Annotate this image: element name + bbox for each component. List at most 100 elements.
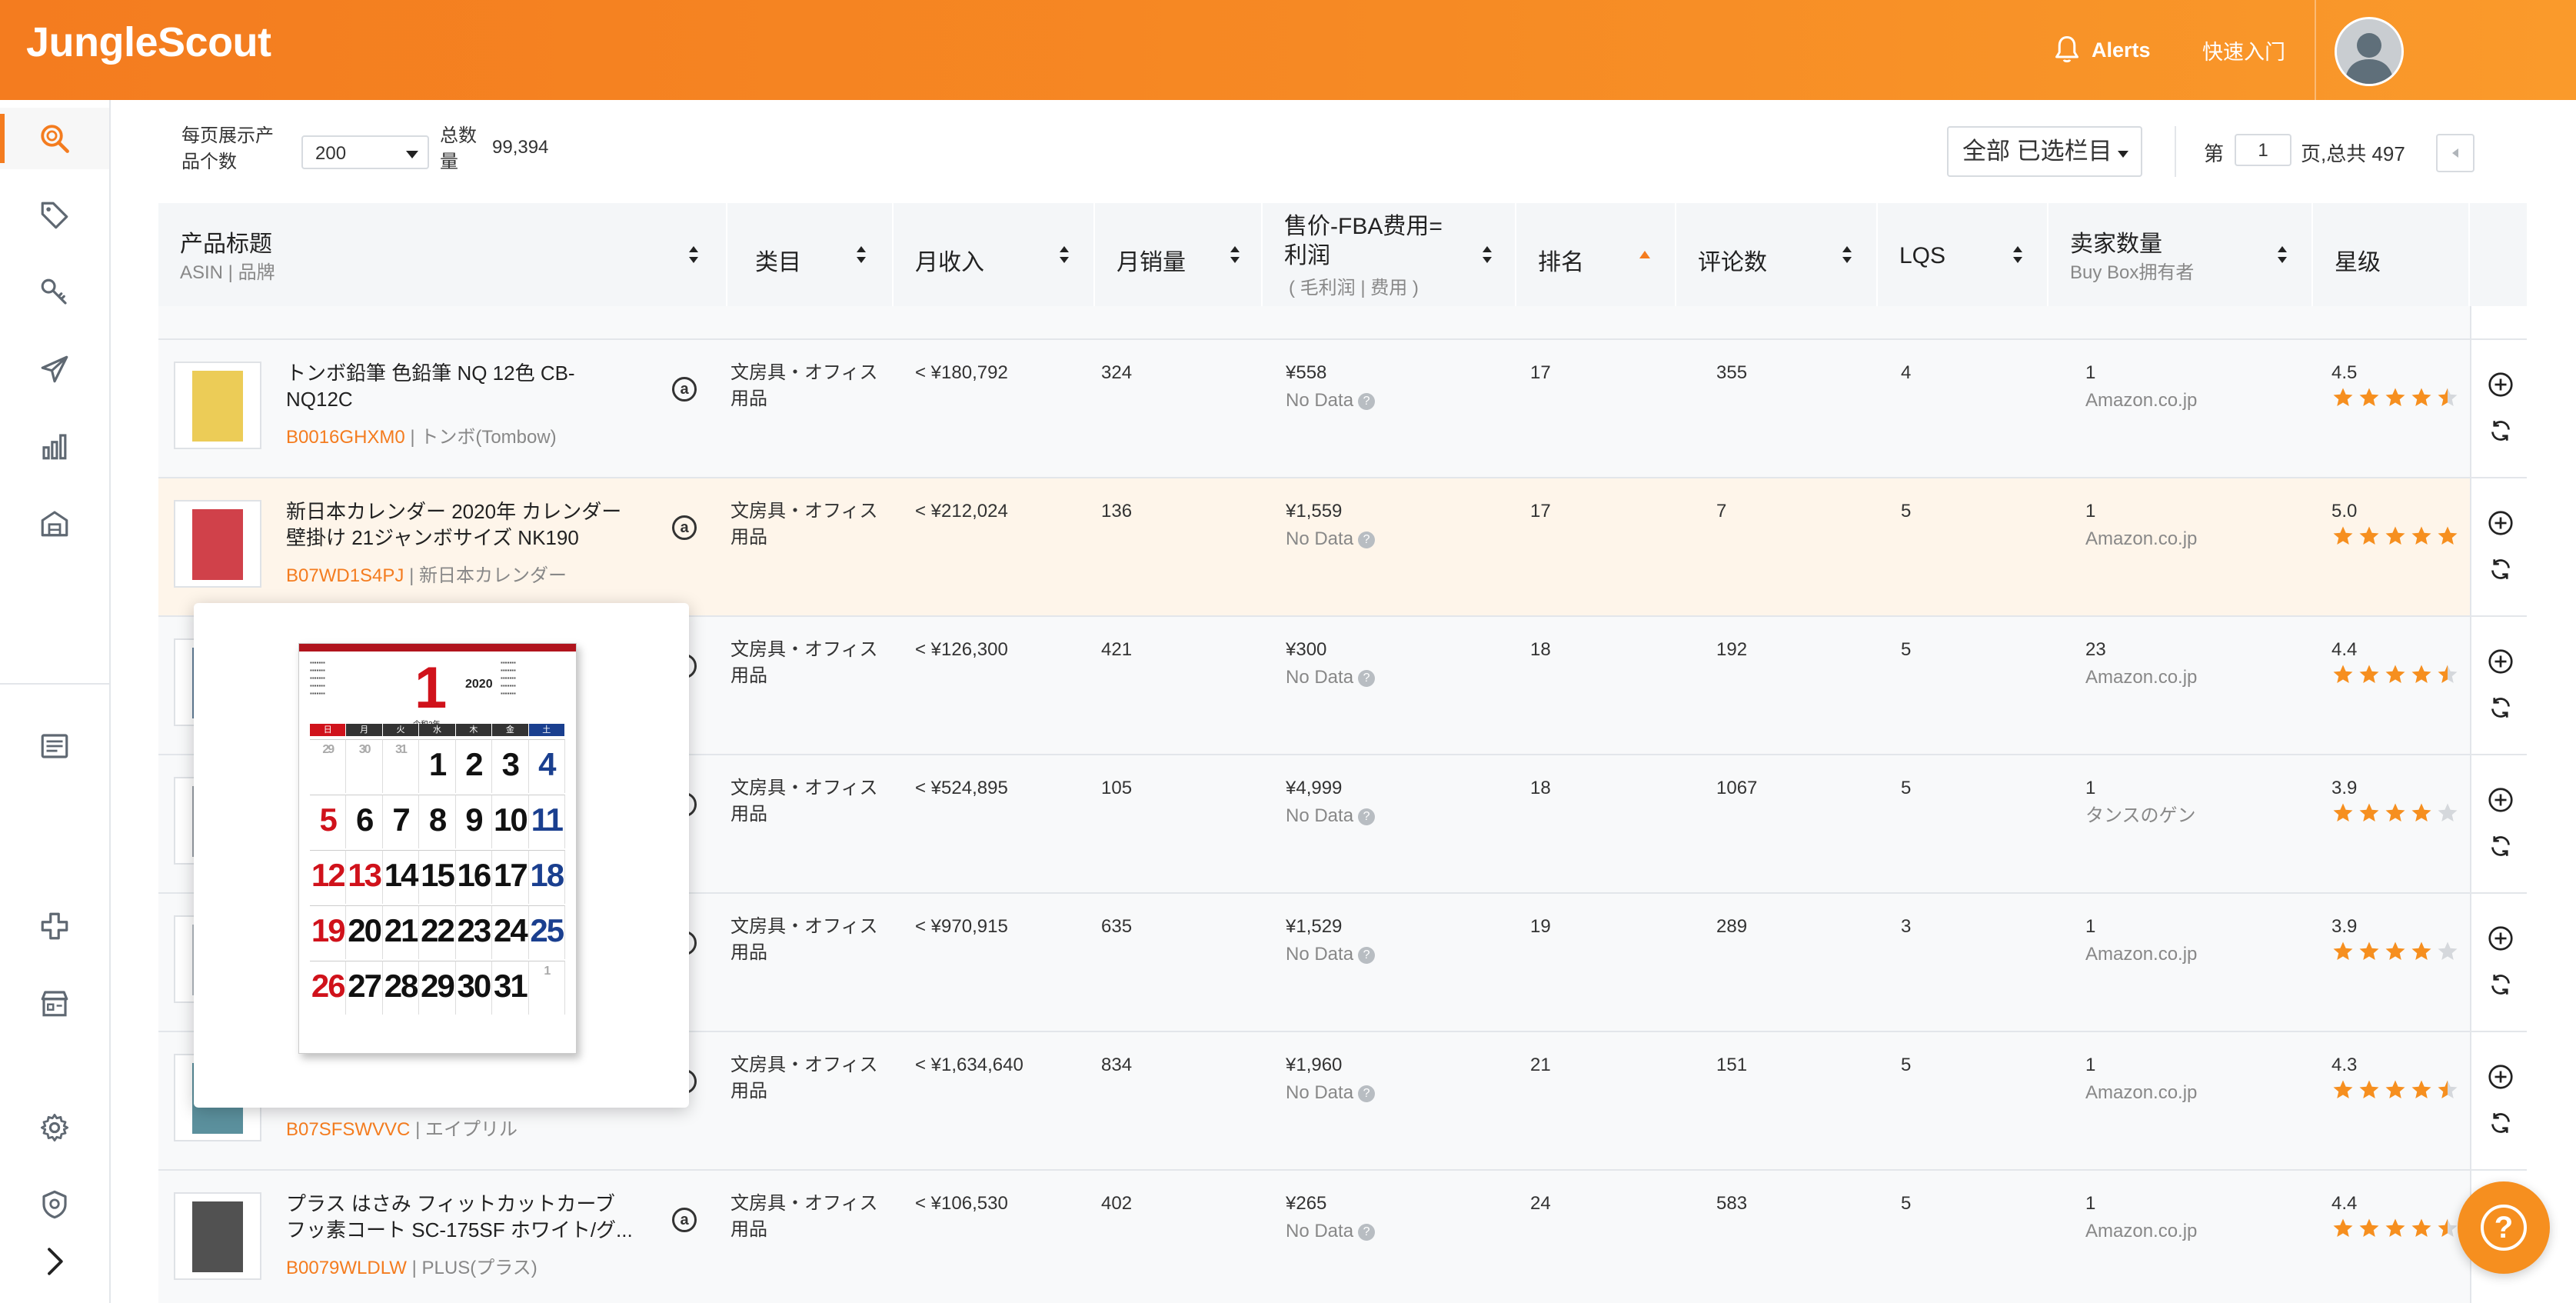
row-actions — [2470, 478, 2527, 615]
star-filled-icon — [2333, 1080, 2353, 1098]
calendar-weekday: 土 — [528, 724, 565, 736]
product-asin-brand: B0079WLDLW | PLUS(プラス) — [286, 1252, 537, 1279]
product-title[interactable]: トンボ鉛筆 色鉛筆 NQ 12色 CB-NQ12C — [286, 360, 640, 412]
sort-icon — [689, 246, 698, 265]
sidebar-item-analytics[interactable] — [0, 415, 109, 477]
product-title[interactable]: 新日本カレンダー 2020年 カレンダー 壁掛け 21ジャンボサイズ NK190 — [286, 498, 640, 551]
product-asin[interactable]: B07SFSWVVC — [286, 1119, 410, 1140]
column-header-reviews[interactable]: 评论数 — [1676, 203, 1878, 306]
refresh-row-button[interactable] — [2487, 971, 2514, 998]
seller-count: 1 — [2085, 1193, 2096, 1214]
add-to-tracker-button[interactable] — [2487, 371, 2514, 398]
star-filled-icon — [2385, 526, 2405, 545]
column-reviews-label: 评论数 — [1698, 250, 1767, 275]
refresh-row-button[interactable] — [2487, 694, 2514, 721]
column-rank-label: 排名 — [1538, 250, 1584, 275]
lqs-score: 3 — [1901, 916, 1912, 937]
profit-no-data: No Data — [1286, 944, 1354, 965]
product-title[interactable]: プラス はさみ フィットカットカーブ フッ素コート SC-175SF ホワイト/… — [286, 1191, 640, 1243]
refresh-row-button[interactable] — [2487, 417, 2514, 445]
column-revenue-label: 月收入 — [915, 250, 984, 275]
alerts-button[interactable]: Alerts — [2053, 31, 2151, 69]
calendar-day: 1 — [528, 961, 565, 1015]
product-asin[interactable]: B0079WLDLW — [286, 1258, 407, 1278]
page-prefix: 第 — [2204, 142, 2225, 165]
star-rating — [2331, 386, 2459, 409]
column-header-revenue[interactable]: 月收入 — [894, 203, 1095, 306]
rating-value: 3.9 — [2331, 916, 2358, 937]
profit-data: No Data? — [1286, 526, 1376, 552]
sidebar-item-keywords[interactable] — [0, 262, 109, 323]
help-circle-icon[interactable]: ? — [1358, 532, 1376, 548]
monthly-sales: 421 — [1101, 639, 1133, 660]
sidebar-expand-button[interactable] — [0, 1231, 109, 1292]
refresh-row-button[interactable] — [2487, 1109, 2514, 1137]
product-rank: 19 — [1530, 916, 1551, 937]
help-button[interactable]: ? — [2458, 1181, 2550, 1274]
sidebar-item-academy[interactable] — [0, 715, 109, 777]
sidebar-item-tags[interactable] — [0, 185, 109, 246]
column-header-title[interactable]: 产品标题 ASIN | 品牌 — [158, 203, 727, 306]
sort-icon — [1842, 246, 1852, 265]
column-header-rating[interactable]: 星级 — [2313, 203, 2470, 306]
product-brand: | エイプリル — [415, 1119, 518, 1140]
add-to-tracker-button[interactable] — [2487, 509, 2514, 537]
refresh-row-button[interactable] — [2487, 832, 2514, 860]
refresh-row-button[interactable] — [2487, 555, 2514, 583]
product-thumbnail[interactable] — [174, 500, 261, 588]
header-divider — [2315, 0, 2316, 100]
help-circle-icon[interactable]: ? — [1358, 1085, 1376, 1102]
calendar-day: 1 — [419, 739, 456, 793]
key-icon — [41, 278, 67, 305]
monthly-revenue: < ¥524,895 — [915, 778, 1008, 798]
page-number-input[interactable]: 1 — [2235, 134, 2291, 166]
column-header-rank[interactable]: 排名 — [1516, 203, 1676, 306]
review-count: 151 — [1716, 1055, 1748, 1075]
add-to-tracker-button[interactable] — [2487, 925, 2514, 952]
add-to-tracker-button[interactable] — [2487, 786, 2514, 814]
sidebar-item-inventory[interactable] — [0, 492, 109, 554]
avatar[interactable] — [2335, 17, 2404, 86]
calendar-weekday: 金 — [492, 724, 529, 736]
column-header-sales[interactable]: 月销量 — [1095, 203, 1263, 306]
help-circle-icon[interactable]: ? — [1358, 808, 1376, 825]
sidebar-item-security[interactable] — [0, 1174, 109, 1235]
help-circle-icon[interactable]: ? — [1358, 947, 1376, 964]
star-filled-icon — [2385, 665, 2405, 683]
column-header-profit[interactable]: 售价-FBA费用=利润 ( 毛利润 | 费用 ) — [1263, 203, 1516, 306]
quickstart-link[interactable]: 快速入门 — [2202, 35, 2285, 65]
product-asin[interactable]: B0016GHXM0 — [286, 427, 405, 448]
monthly-revenue: < ¥970,915 — [915, 916, 1008, 937]
app-logo[interactable]: JungleScout — [26, 18, 271, 66]
total-count-label: 总数量 — [440, 125, 477, 172]
calendar-day: 2 — [455, 739, 493, 793]
help-circle-icon[interactable]: ? — [1358, 393, 1376, 410]
sidebar-item-extensions[interactable] — [0, 895, 109, 957]
star-half-icon — [2438, 388, 2458, 406]
product-thumbnail[interactable] — [174, 1192, 261, 1280]
calendar-day: 19 — [310, 905, 347, 959]
star-empty-icon — [2438, 803, 2458, 821]
star-filled-icon — [2385, 1080, 2405, 1098]
product-price: ¥1,960 — [1286, 1055, 1343, 1075]
plus-circle-icon — [2488, 788, 2513, 812]
sidebar-item-launch[interactable] — [0, 338, 109, 400]
column-header-category[interactable]: 类目 — [727, 203, 894, 306]
previous-page-button[interactable] — [2436, 134, 2474, 172]
results-toolbar: 每页展示产品个数 200 总数量 99,394 全部 已选栏目 第 1 页,总共… — [158, 100, 2527, 203]
help-circle-icon[interactable]: ? — [1358, 1224, 1376, 1241]
product-asin[interactable]: B07WD1S4PJ — [286, 565, 404, 586]
page-total: 页,总共 497 — [2301, 142, 2405, 165]
product-thumbnail[interactable] — [174, 362, 261, 449]
columns-dropdown[interactable]: 全部 已选栏目 — [1947, 126, 2142, 177]
add-to-tracker-button[interactable] — [2487, 1063, 2514, 1091]
column-header-lqs[interactable]: LQS — [1878, 203, 2048, 306]
amazon-seller-icon: a — [672, 1208, 697, 1232]
sidebar-item-settings[interactable] — [0, 1097, 109, 1158]
help-circle-icon[interactable]: ? — [1358, 670, 1376, 687]
sidebar-item-search[interactable] — [0, 108, 109, 169]
add-to-tracker-button[interactable] — [2487, 648, 2514, 675]
sidebar-item-store[interactable] — [0, 972, 109, 1034]
per-page-select[interactable]: 200 — [301, 135, 429, 169]
column-header-sellers[interactable]: 卖家数量 Buy Box拥有者 — [2048, 203, 2313, 306]
